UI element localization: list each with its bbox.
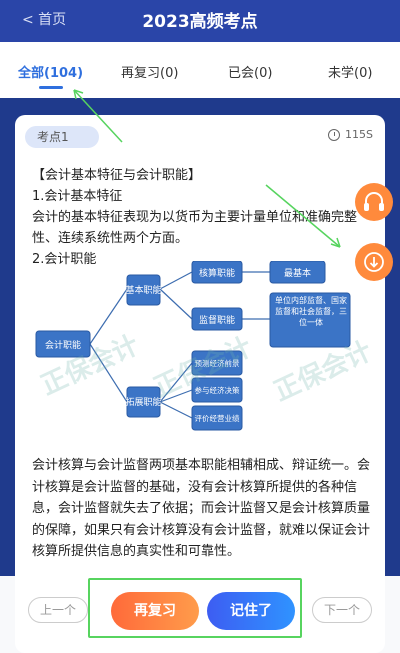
annotation-arrows <box>73 89 341 248</box>
